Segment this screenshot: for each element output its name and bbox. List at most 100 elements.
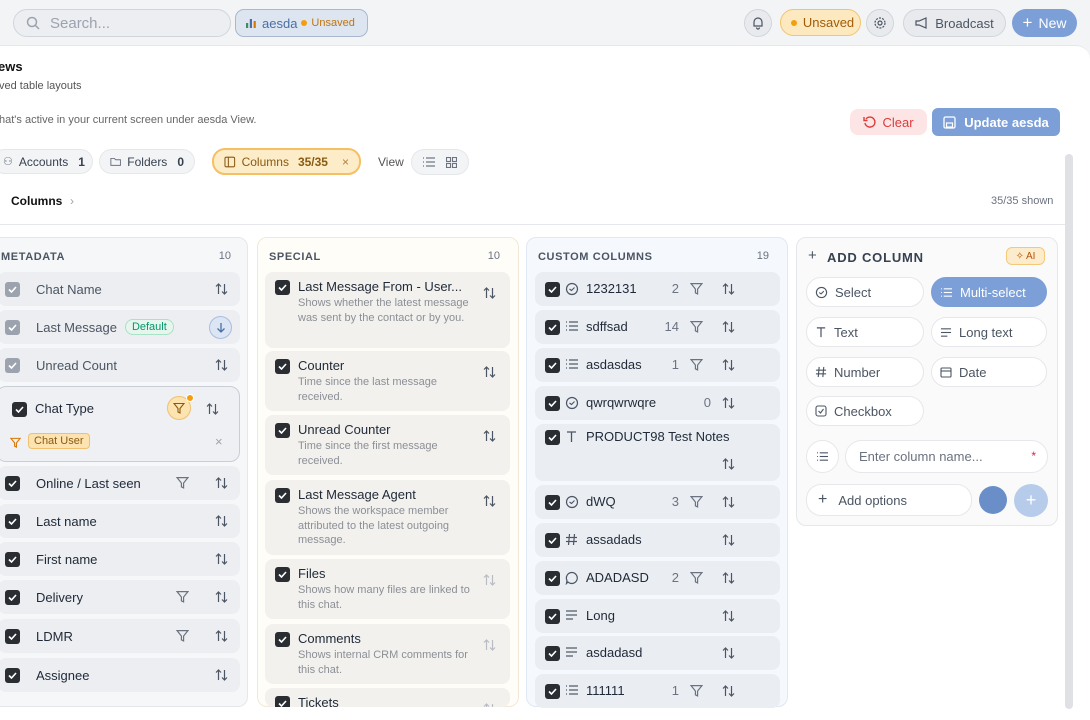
checkbox[interactable] [5, 589, 20, 605]
list-item[interactable]: Files Shows how many files are linked to… [265, 559, 510, 619]
filter-icon[interactable] [176, 629, 189, 642]
sort-icon[interactable] [215, 358, 228, 372]
sort-icon[interactable] [722, 646, 735, 660]
list-item[interactable]: Counter Time since the last message rece… [265, 351, 510, 411]
search-input[interactable]: Search... [13, 9, 231, 37]
sort-icon[interactable] [215, 476, 228, 490]
checkbox[interactable] [275, 567, 290, 582]
checkbox[interactable] [5, 628, 20, 644]
list-item[interactable]: LDMR [0, 619, 240, 653]
type-multiselect-button[interactable]: Multi-select [931, 277, 1047, 307]
sort-icon[interactable] [215, 514, 228, 528]
checkbox[interactable] [545, 430, 560, 445]
list-item[interactable]: dWQ 3 [535, 485, 780, 519]
list-item[interactable]: Comments Shows internal CRM comments for… [265, 624, 510, 684]
notifications-button[interactable] [744, 9, 772, 37]
sort-icon[interactable] [215, 552, 228, 566]
checkbox[interactable] [275, 696, 290, 707]
add-column-submit-button[interactable]: + [1014, 484, 1048, 517]
sort-icon[interactable] [722, 320, 735, 334]
list-item[interactable]: Unread Count [0, 348, 240, 382]
filter-icon[interactable] [690, 571, 703, 584]
filter-icon[interactable] [690, 320, 703, 333]
list-item[interactable]: Last Message Agent Shows the workspace m… [265, 480, 510, 555]
checkbox[interactable] [275, 632, 290, 647]
filter-icon[interactable] [176, 590, 189, 603]
close-icon[interactable]: × [215, 434, 223, 449]
sort-icon[interactable] [483, 573, 496, 587]
sort-icon[interactable] [722, 571, 735, 585]
color-picker-button[interactable] [979, 486, 1007, 514]
checkbox[interactable] [5, 281, 20, 297]
sort-icon[interactable] [483, 286, 496, 300]
list-item[interactable]: Unread Counter Time since the first mess… [265, 415, 510, 475]
filter-icon[interactable] [176, 476, 189, 489]
sort-icon[interactable] [483, 702, 496, 707]
list-item[interactable]: Last Message Default [0, 310, 240, 344]
type-select-button[interactable]: Select [806, 277, 924, 307]
list-item[interactable]: asdasdas 1 [535, 348, 780, 382]
folders-filter[interactable]: Folders 0 [99, 149, 195, 174]
checkbox[interactable] [545, 609, 560, 624]
list-item[interactable]: 1232131 2 [535, 272, 780, 306]
list-item[interactable]: ADADASD 2 [535, 561, 780, 595]
sort-desc-button[interactable] [209, 316, 232, 339]
grid-view-icon[interactable] [445, 156, 457, 168]
sort-icon[interactable] [483, 365, 496, 379]
list-view-icon[interactable] [423, 157, 436, 167]
type-date-button[interactable]: Date [931, 357, 1047, 387]
checkbox[interactable] [545, 571, 560, 586]
list-item[interactable]: 111111 1 [535, 674, 780, 708]
new-button[interactable]: + New [1012, 9, 1077, 37]
list-item[interactable]: Last name [0, 504, 240, 538]
list-item[interactable]: Long [535, 599, 780, 633]
type-number-button[interactable]: Number [806, 357, 924, 387]
sort-icon[interactable] [483, 638, 496, 652]
list-item[interactable]: Chat Name [0, 272, 240, 306]
sort-icon[interactable] [722, 358, 735, 372]
list-item-expanded[interactable]: Chat Type × [0, 386, 240, 462]
checkbox[interactable] [545, 646, 560, 661]
type-longtext-button[interactable]: Long text [931, 317, 1047, 347]
filter-icon[interactable] [690, 282, 703, 295]
checkbox[interactable] [545, 358, 560, 373]
checkbox[interactable] [5, 319, 20, 335]
checkbox[interactable] [545, 320, 560, 335]
type-checkbox-button[interactable]: Checkbox [806, 396, 924, 426]
breadcrumb[interactable]: Columns [11, 194, 62, 208]
add-options-button[interactable]: + Add options [806, 484, 972, 516]
sort-icon[interactable] [722, 684, 735, 698]
view-selector[interactable]: aesda Unsaved [235, 9, 368, 37]
sort-icon[interactable] [722, 396, 735, 410]
sort-icon[interactable] [215, 668, 228, 682]
checkbox[interactable] [12, 402, 27, 417]
checkbox[interactable] [275, 423, 290, 438]
sort-icon[interactable] [483, 429, 496, 443]
update-view-button[interactable]: Update aesda [932, 108, 1060, 136]
checkbox[interactable] [545, 282, 560, 297]
broadcast-button[interactable]: Broadcast [903, 9, 1006, 37]
sort-icon[interactable] [215, 629, 228, 643]
filter-icon[interactable] [690, 358, 703, 371]
checkbox[interactable] [545, 684, 560, 699]
sort-icon[interactable] [722, 495, 735, 509]
checkbox[interactable] [5, 667, 20, 683]
list-item[interactable]: Delivery [0, 580, 240, 614]
list-item[interactable]: Online / Last seen [0, 466, 240, 500]
filter-icon[interactable] [690, 684, 703, 697]
list-item[interactable]: assadads [535, 523, 780, 557]
sort-icon[interactable] [215, 590, 228, 604]
scrollbar[interactable] [1065, 154, 1073, 709]
close-icon[interactable]: × [342, 155, 349, 169]
sort-icon[interactable] [722, 533, 735, 547]
checkbox[interactable] [275, 280, 290, 295]
checkbox[interactable] [545, 396, 560, 411]
sort-icon[interactable] [206, 402, 219, 416]
list-item[interactable]: sdffsad 14 [535, 310, 780, 344]
list-item[interactable]: Tickets [265, 688, 510, 707]
checkbox[interactable] [545, 533, 560, 548]
ai-button[interactable]: ✧ AI [1006, 247, 1045, 265]
checkbox[interactable] [5, 551, 20, 567]
settings-button[interactable] [866, 9, 894, 37]
checkbox[interactable] [275, 359, 290, 374]
